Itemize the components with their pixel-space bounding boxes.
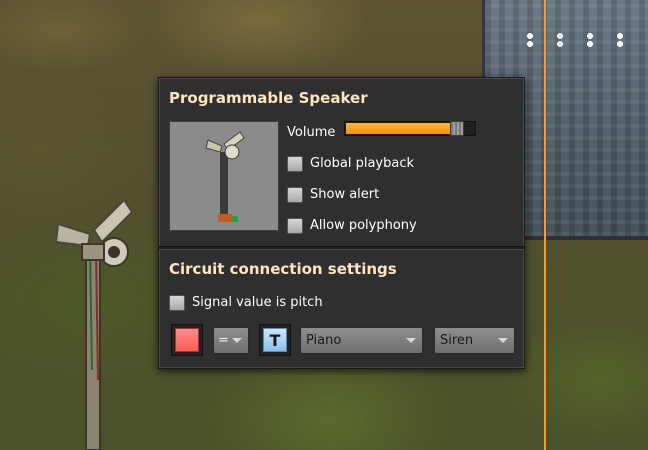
note-value: Siren [440, 333, 474, 348]
red-signal-icon [175, 328, 199, 352]
chevron-down-icon [498, 338, 508, 343]
programmable-speaker-icon [205, 131, 245, 222]
signal-t-label: T [263, 328, 287, 352]
signal-value-is-pitch-checkbox[interactable] [169, 295, 185, 311]
allow-polyphony-checkbox[interactable] [287, 218, 303, 234]
global-playback-label: Global playback [310, 156, 415, 171]
signal-value-is-pitch-label: Signal value is pitch [192, 295, 323, 310]
signal-selector-button[interactable] [171, 324, 203, 356]
instrument-dropdown[interactable]: Piano [300, 327, 423, 354]
speaker-entity[interactable] [44, 190, 144, 450]
volume-slider[interactable] [344, 121, 476, 136]
show-alert-checkbox[interactable] [287, 187, 303, 203]
allow-polyphony-label: Allow polyphony [310, 218, 417, 233]
chevron-down-icon [406, 338, 416, 343]
note-dropdown[interactable]: Siren [434, 327, 515, 354]
comparator-value: = [218, 333, 229, 348]
machine-lights [520, 30, 630, 50]
comparator-dropdown[interactable]: = [213, 327, 249, 354]
signal-t-button[interactable]: T [259, 324, 291, 356]
global-playback-checkbox[interactable] [287, 156, 303, 172]
volume-label: Volume [287, 125, 336, 140]
entity-preview [169, 121, 279, 231]
dialog-title: Programmable Speaker [169, 89, 368, 107]
section-divider [159, 246, 524, 250]
volume-slider-handle[interactable] [450, 121, 464, 136]
instrument-value: Piano [306, 333, 342, 348]
selection-guide-line [544, 0, 546, 450]
volume-fill [346, 123, 458, 134]
show-alert-label: Show alert [310, 187, 380, 202]
chevron-down-icon [232, 338, 242, 343]
programmable-speaker-dialog: Programmable Speaker Volume Global playb… [158, 77, 525, 369]
circuit-section-title: Circuit connection settings [169, 260, 397, 278]
